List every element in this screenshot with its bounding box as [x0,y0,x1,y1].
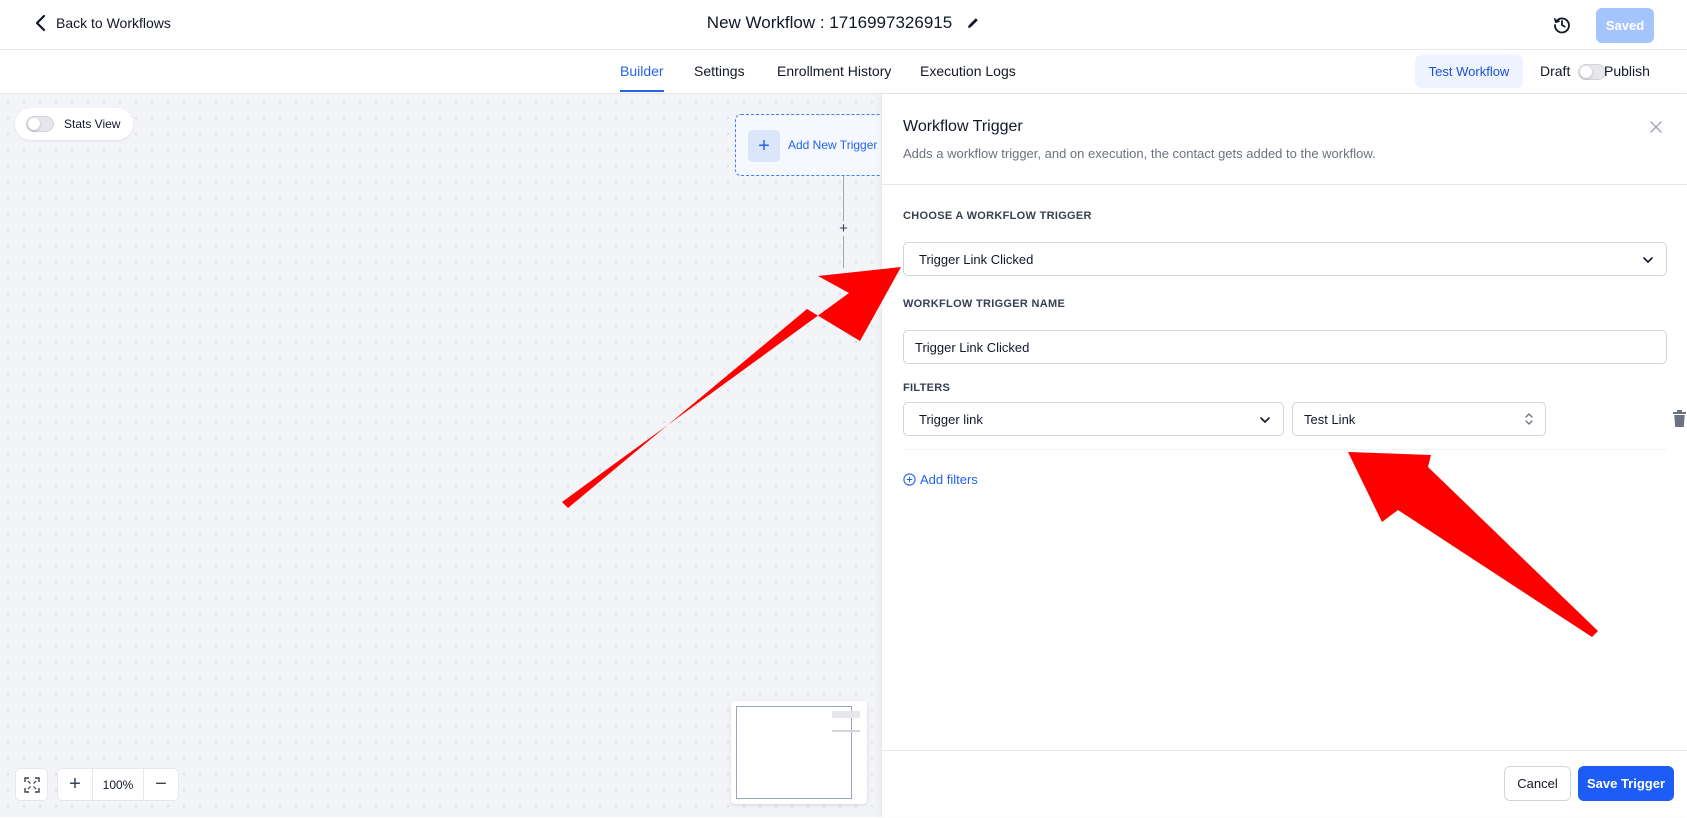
minimap-node [832,711,860,718]
stats-view-label: Stats View [64,117,121,131]
zoom-controls: + 100% − [57,768,179,801]
stats-view-toggle[interactable] [26,116,54,132]
draft-label: Draft [1540,63,1571,79]
trigger-type-value: Trigger Link Clicked [919,251,1034,267]
saved-button[interactable]: Saved [1596,8,1654,43]
test-workflow-button[interactable]: Test Workflow [1415,55,1523,88]
trigger-name-input[interactable] [903,330,1667,364]
tab-settings[interactable]: Settings [694,63,745,79]
panel-footer: Cancel Save Trigger [882,750,1687,818]
panel-header: Workflow Trigger Adds a workflow trigger… [882,94,1687,185]
tab-execution-logs[interactable]: Execution Logs [920,63,1016,79]
fit-view-icon [23,776,40,793]
trigger-type-select[interactable]: Trigger Link Clicked [903,242,1667,276]
cancel-button[interactable]: Cancel [1504,766,1571,801]
zoom-level: 100% [92,769,144,800]
add-filters-link[interactable]: Add filters [903,472,978,487]
trash-icon[interactable] [1672,410,1687,427]
plus-icon: + [748,130,780,162]
stats-view-toggle-pill[interactable]: Stats View [15,108,133,140]
edit-pencil-icon[interactable] [966,16,980,30]
tab-builder[interactable]: Builder [620,63,664,92]
publish-toggle[interactable] [1578,64,1606,80]
add-new-trigger-card[interactable]: + Add New Trigger [735,114,895,176]
save-trigger-button[interactable]: Save Trigger [1578,766,1674,801]
fit-view-button[interactable] [15,768,48,801]
zoom-in-button[interactable]: + [58,769,92,800]
add-step-plus-icon[interactable]: + [836,221,851,236]
trigger-name-label: WORKFLOW TRIGGER NAME [903,298,1066,310]
add-filters-label: Add filters [920,472,978,487]
minimap[interactable] [731,701,867,804]
filter-field-value: Trigger link [919,411,983,427]
add-new-trigger-label: Add New Trigger [788,138,878,152]
zoom-out-button[interactable]: − [144,769,178,800]
panel-title: Workflow Trigger [903,118,1023,135]
plus-icon: + [69,773,81,795]
chevron-down-icon [1643,257,1653,263]
choose-trigger-label: CHOOSE A WORKFLOW TRIGGER [903,210,1092,222]
history-clock-icon[interactable] [1552,15,1572,35]
sort-updown-icon [1525,413,1533,425]
top-bar: Back to Workflows New Workflow : 1716997… [0,0,1687,50]
tab-bar: Builder Settings Enrollment History Exec… [0,50,1687,94]
minimap-node [832,730,860,732]
workflow-title: New Workflow : 1716997326915 [706,13,953,32]
filter-value-text: Test Link [1304,411,1356,427]
filter-value-select[interactable]: Test Link [1292,402,1546,436]
tab-enrollment-history[interactable]: Enrollment History [777,63,891,79]
plus-circle-icon [903,473,916,486]
minus-icon: − [155,773,167,795]
workflow-trigger-panel: Workflow Trigger Adds a workflow trigger… [881,94,1687,817]
workflow-canvas[interactable]: Stats View + Add New Trigger + + 100% − [0,94,895,817]
minimap-viewport[interactable] [736,706,852,799]
filter-field-select[interactable]: Trigger link [903,402,1284,436]
filter-row: Trigger link Test Link [903,384,1686,450]
chevron-down-icon [1260,417,1270,423]
panel-description: Adds a workflow trigger, and on executio… [903,146,1376,161]
close-icon[interactable] [1648,119,1664,135]
publish-label: Publish [1604,63,1650,79]
